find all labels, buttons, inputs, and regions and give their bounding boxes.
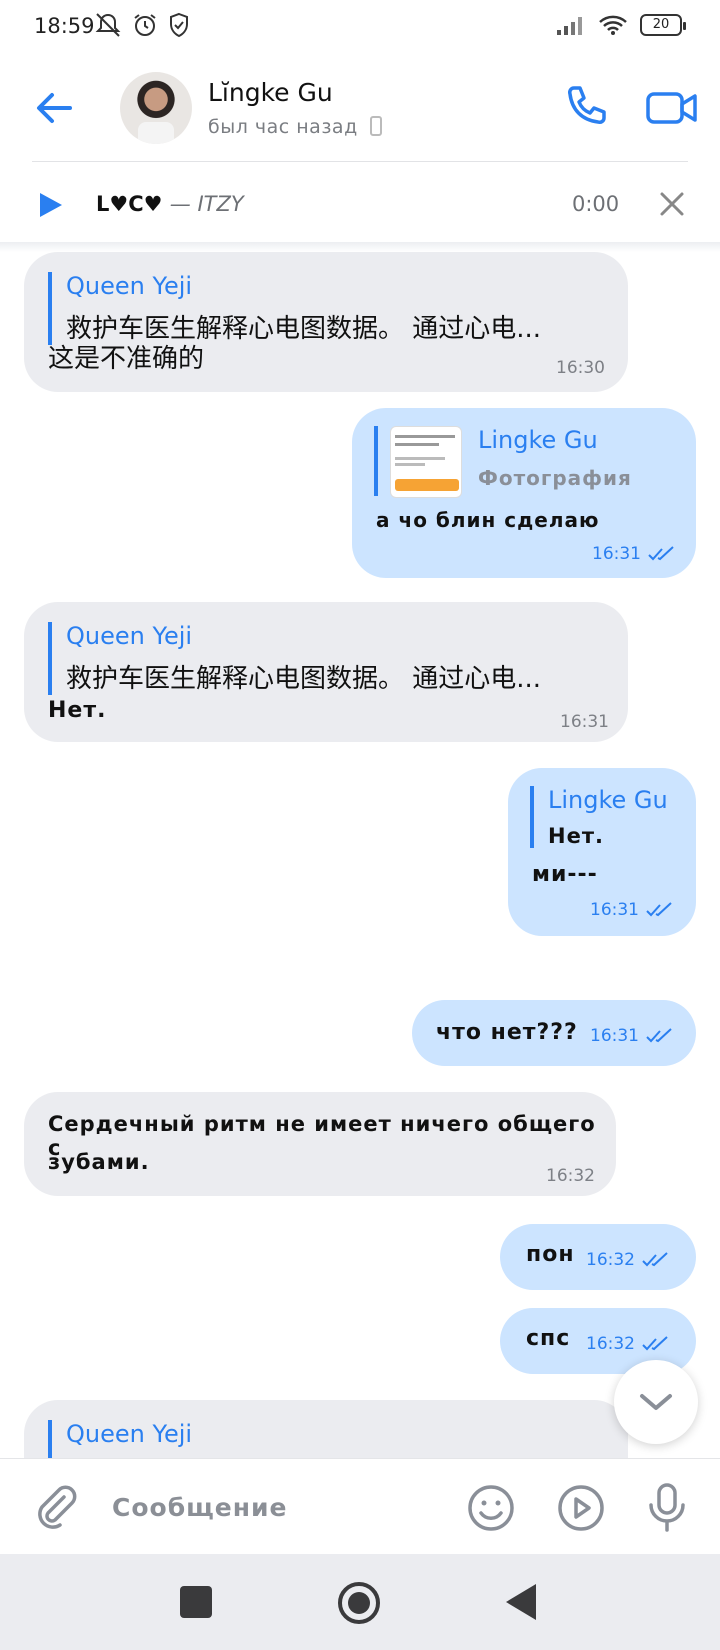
reply-author: Queen Yeji xyxy=(66,272,193,300)
double-check-icon xyxy=(642,1336,668,1351)
system-back-button[interactable] xyxy=(506,1584,536,1620)
home-button[interactable] xyxy=(338,1582,380,1624)
track-name: L♥C♥ xyxy=(96,192,163,216)
reply-preview[interactable]: Queen Yeji 救护车医生解释心电图数据。 通过心电... xyxy=(48,272,608,345)
reply-preview[interactable]: Lingke Gu Фотография xyxy=(374,426,674,498)
play-circle-icon xyxy=(558,1485,604,1531)
close-icon xyxy=(660,192,684,216)
wifi-icon xyxy=(599,15,627,35)
track-title: L♥C♥ — ITZY xyxy=(96,192,244,216)
reply-author: Lingke Gu xyxy=(478,426,598,454)
reply-author: Lingke Gu xyxy=(548,786,668,814)
message-time: 16:31 xyxy=(590,1026,675,1046)
reply-preview[interactable]: Queen Yeji xyxy=(48,1420,608,1458)
status-time: 18:59 xyxy=(34,14,95,38)
reply-preview[interactable]: Lingke Gu Нет. xyxy=(530,786,680,848)
message-text: ми--- xyxy=(532,862,598,887)
reply-text: 救护车医生解释心电图数据。 通过心电... xyxy=(66,664,542,694)
reply-text: Нет. xyxy=(548,824,604,848)
voice-message-button[interactable] xyxy=(644,1481,690,1533)
message-time: 16:32 xyxy=(586,1250,671,1270)
message-text: пон xyxy=(526,1242,575,1267)
double-check-icon xyxy=(646,1028,672,1043)
message-text: что нет??? xyxy=(436,1020,578,1045)
message-time: 16:31 xyxy=(590,900,675,920)
shield-icon xyxy=(170,12,188,38)
message-incoming[interactable]: Queen Yeji 救护车医生解释心电图数据。 通过心电... Нет. 16… xyxy=(24,602,628,742)
message-text: Нет. xyxy=(48,698,107,723)
chat-header: Lĭngke Gu был час назад xyxy=(0,62,720,162)
muted-bell-icon xyxy=(95,13,121,37)
reply-text: Фотография xyxy=(478,466,632,490)
double-check-icon xyxy=(648,546,674,561)
message-outgoing[interactable]: Lingke Gu Фотография а чо блин сделаю 16… xyxy=(352,408,696,578)
arrow-left-icon xyxy=(37,93,72,123)
video-camera-icon xyxy=(646,92,697,124)
track-time: 0:00 xyxy=(572,192,620,216)
message-text: а чо блин сделаю xyxy=(376,508,600,532)
photo-thumbnail xyxy=(390,426,462,498)
back-button[interactable] xyxy=(30,82,82,134)
battery-icon: 20 xyxy=(640,14,686,36)
message-text: 这是不准确的 xyxy=(48,344,205,374)
message-input[interactable] xyxy=(112,1485,442,1529)
reply-author: Queen Yeji xyxy=(66,622,193,650)
play-icon xyxy=(40,193,62,217)
message-outgoing[interactable]: пон 16:32 xyxy=(500,1224,696,1290)
recents-button[interactable] xyxy=(180,1586,212,1618)
message-time: 16:30 xyxy=(556,358,605,378)
system-navigation-bar xyxy=(0,1554,720,1650)
status-bar: 18:59 20 xyxy=(0,0,720,52)
smiley-icon xyxy=(468,1485,514,1531)
double-check-icon xyxy=(642,1252,668,1267)
mobile-device-icon xyxy=(369,116,382,136)
message-time: 16:31 xyxy=(592,544,677,564)
header-divider xyxy=(32,161,688,162)
message-outgoing[interactable]: Lingke Gu Нет. ми--- 16:31 xyxy=(508,768,696,936)
video-message-button[interactable] xyxy=(556,1483,606,1533)
scroll-to-bottom-button[interactable] xyxy=(614,1360,698,1444)
message-incoming[interactable]: Queen Yeji xyxy=(24,1400,628,1458)
call-button[interactable] xyxy=(560,82,610,132)
message-text-line-2: зубами. xyxy=(48,1150,150,1174)
signal-icon xyxy=(557,17,582,35)
paperclip-icon xyxy=(38,1485,77,1529)
last-seen-text: был час назад xyxy=(208,116,358,138)
message-list[interactable]: Queen Yeji 救护车医生解释心电图数据。 通过心电... 这是不准确的 … xyxy=(0,246,720,1458)
status-icons-left xyxy=(94,12,190,38)
alarm-icon xyxy=(134,14,156,36)
audio-player[interactable]: L♥C♥ — ITZY 0:00 xyxy=(0,168,720,242)
avatar[interactable] xyxy=(120,72,192,144)
phone-icon xyxy=(568,86,606,124)
message-time: 16:31 xyxy=(560,712,609,732)
microphone-icon xyxy=(649,1483,685,1532)
contact-name[interactable]: Lĭngke Gu xyxy=(208,78,333,107)
attach-button[interactable] xyxy=(32,1483,80,1531)
close-player-button[interactable] xyxy=(656,188,688,220)
message-incoming[interactable]: Сердечный ритм не имеет ничего общего с … xyxy=(24,1092,616,1196)
status-icons-right: 20 xyxy=(556,14,686,36)
track-artist: — ITZY xyxy=(169,192,244,216)
video-call-button[interactable] xyxy=(644,82,700,132)
reply-author: Queen Yeji xyxy=(66,1420,193,1448)
message-outgoing[interactable]: что нет??? 16:31 xyxy=(412,1000,696,1066)
play-button[interactable] xyxy=(36,190,66,220)
reply-preview[interactable]: Queen Yeji 救护车医生解释心电图数据。 通过心电... xyxy=(48,622,608,695)
chevron-down-icon xyxy=(640,1394,672,1410)
message-time: 16:32 xyxy=(546,1166,595,1186)
message-time: 16:32 xyxy=(586,1334,671,1354)
double-check-icon xyxy=(646,902,672,917)
message-text: спс xyxy=(526,1326,571,1351)
message-incoming[interactable]: Queen Yeji 救护车医生解释心电图数据。 通过心电... 这是不准确的 … xyxy=(24,252,628,392)
emoji-button[interactable] xyxy=(466,1483,516,1533)
contact-status: был час назад xyxy=(208,116,382,138)
message-composer xyxy=(0,1458,720,1554)
